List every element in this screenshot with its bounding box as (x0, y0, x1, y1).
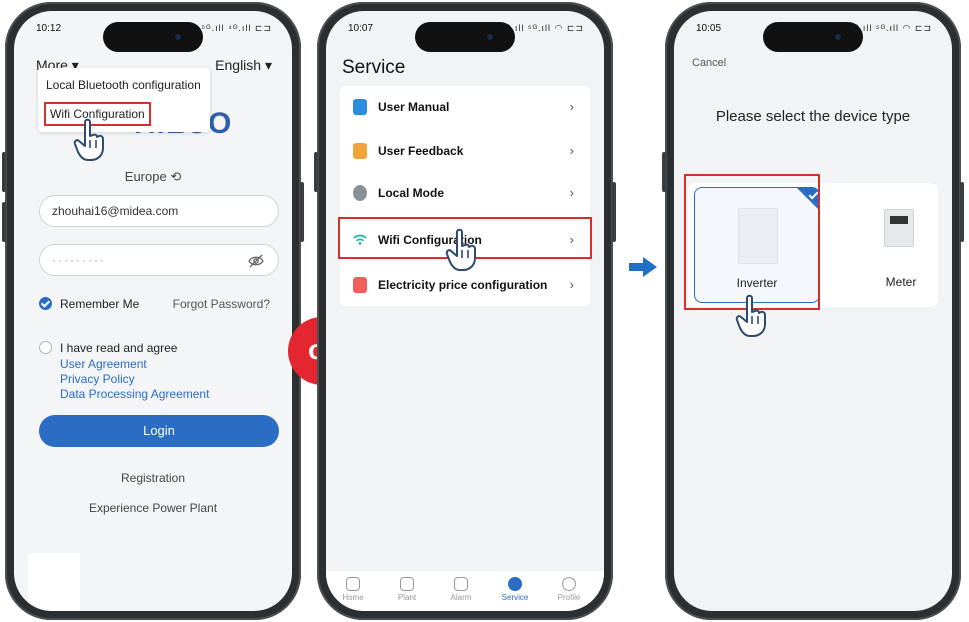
device-option-meter[interactable]: Meter (838, 187, 952, 303)
tab-label: Home (342, 593, 364, 602)
home-icon (346, 577, 360, 591)
agreement-row: I have read and agree User Agreement Pri… (39, 341, 269, 401)
dynamic-island (415, 22, 515, 52)
bottom-tab-bar: Home Plant Alarm Service Profile (326, 571, 604, 611)
chevron-right-icon: › (569, 232, 574, 247)
forgot-password-link[interactable]: Forgot Password? (173, 297, 270, 311)
status-time: 10:05 (696, 23, 722, 34)
volume-button (2, 202, 6, 242)
page-title: Service (342, 57, 406, 78)
region-selector[interactable]: Europe ⟲ (14, 169, 292, 185)
feedback-icon (353, 143, 367, 159)
menu-item-label: Local Mode (378, 186, 445, 200)
blank-area (28, 553, 80, 611)
chevron-right-icon: › (569, 99, 574, 114)
price-icon (353, 277, 367, 293)
alarm-icon (454, 577, 468, 591)
menu-item-bluetooth-config[interactable]: Local Bluetooth configuration (46, 78, 201, 92)
power-button (300, 182, 304, 242)
data-processing-link[interactable]: Data Processing Agreement (60, 387, 209, 402)
tab-label: Alarm (450, 593, 472, 602)
volume-button (662, 152, 666, 192)
volume-button (2, 152, 6, 192)
tab-label: Plant (397, 593, 417, 602)
chevron-right-icon: › (569, 277, 574, 292)
email-field[interactable]: zhouhai16@midea.com (39, 195, 279, 227)
menu-item-label: User Feedback (378, 144, 464, 158)
status-time: 10:12 (36, 23, 62, 34)
login-button[interactable]: Login (39, 415, 279, 447)
tap-hand-icon (735, 294, 766, 337)
tab-label: Profile (557, 593, 581, 602)
device-label: Meter (885, 275, 917, 289)
checkbox-unchecked-icon[interactable] (39, 341, 52, 354)
tab-label: Service (501, 593, 529, 602)
book-icon (353, 99, 367, 115)
registration-link[interactable]: Registration (14, 471, 292, 485)
volume-button (314, 152, 318, 192)
page-title: Please select the device type (715, 108, 911, 125)
privacy-policy-link[interactable]: Privacy Policy (60, 372, 209, 387)
phone-service: 10:07 ⚙ ⁵ᴳ.ıll ⁵ᴳ.ıll ◠ ⊏⊐ Service User … (314, 2, 616, 620)
tab-service[interactable]: Service (490, 577, 540, 602)
experience-plant-link[interactable]: Experience Power Plant (14, 501, 292, 515)
language-select[interactable]: English ▾ (215, 57, 272, 74)
dynamic-island (103, 22, 203, 52)
dynamic-island (763, 22, 863, 52)
menu-item-local-mode[interactable]: Local Mode › (340, 172, 590, 214)
tab-alarm[interactable]: Alarm (436, 577, 486, 602)
status-time: 10:07 (348, 23, 374, 34)
service-menu: User Manual › User Feedback › Local Mode… (338, 86, 592, 306)
agree-label: I have read and agree (60, 341, 178, 355)
tab-plant[interactable]: Plant (382, 577, 432, 602)
meter-icon (884, 209, 914, 247)
user-agreement-link[interactable]: User Agreement (60, 357, 209, 372)
tap-hand-icon (73, 118, 104, 161)
menu-item-label: User Manual (378, 100, 450, 114)
tap-hand-icon (445, 228, 476, 271)
chevron-right-icon: › (569, 185, 574, 200)
power-button (960, 182, 964, 242)
password-value: ········· (52, 253, 106, 267)
phone-login: 10:12 ⚙ ▭ ⁵ᴳ.ıll ⁴ᴳ.ıll ⊏⊐ More ▾ Englis… (2, 2, 304, 620)
service-screen: 10:07 ⚙ ⁵ᴳ.ıll ⁵ᴳ.ıll ◠ ⊏⊐ Service User … (326, 11, 604, 611)
device-type-screen: 10:05 ⚙ ⁵ᴳ.ıll ⁵ᴳ.ıll ◠ ⊏⊐ Cancel Please… (674, 11, 952, 611)
agreement-links: User Agreement Privacy Policy Data Proce… (60, 357, 209, 402)
remember-label: Remember Me (60, 297, 140, 311)
power-button (612, 182, 616, 242)
profile-icon (562, 577, 576, 591)
login-screen: 10:12 ⚙ ▭ ⁵ᴳ.ıll ⁴ᴳ.ıll ⊏⊐ More ▾ Englis… (14, 11, 292, 611)
tab-home[interactable]: Home (328, 577, 378, 602)
password-field[interactable]: ········· (39, 244, 279, 276)
eye-off-icon[interactable] (248, 253, 264, 269)
chevron-right-icon: › (569, 143, 574, 158)
plant-icon (400, 577, 414, 591)
arrow-right-icon (629, 257, 657, 277)
bluetooth-icon (353, 185, 367, 201)
tab-profile[interactable]: Profile (544, 577, 594, 602)
cancel-button[interactable]: Cancel (692, 57, 726, 69)
phone-device-type: 10:05 ⚙ ⁵ᴳ.ıll ⁵ᴳ.ıll ◠ ⊏⊐ Cancel Please… (662, 2, 964, 620)
menu-item-user-feedback[interactable]: User Feedback › (340, 130, 590, 172)
wifi-icon (353, 234, 367, 245)
more-dropdown: Local Bluetooth configuration Wifi Confi… (38, 68, 210, 132)
heart-icon (508, 577, 522, 591)
menu-item-label: Electricity price configuration (378, 278, 548, 292)
menu-item-user-manual[interactable]: User Manual › (340, 86, 590, 128)
remember-me-row[interactable]: Remember Me (39, 297, 139, 311)
highlight-box (684, 174, 820, 310)
checkbox-checked-icon[interactable] (39, 297, 52, 310)
